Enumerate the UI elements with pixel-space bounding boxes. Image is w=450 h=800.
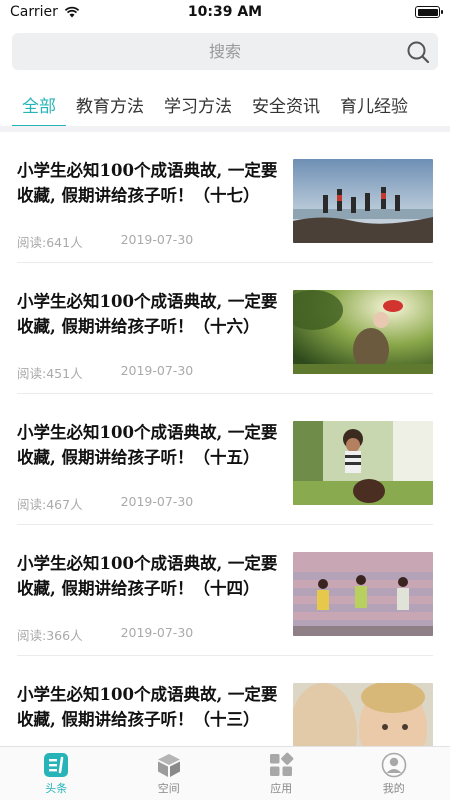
tabbar-label: 空间 [157, 782, 180, 795]
battery-icon [415, 6, 443, 18]
article-text: 小学生必知100个成语典故, 一定要收藏, 假期讲给孩子听！（十七） 阅读:64… [17, 158, 293, 262]
tabbar-label: 我的 [382, 782, 405, 795]
tab-study-methods[interactable]: 学习方法 [154, 84, 242, 126]
bottom-tab-bar: 头条 空间 应用 我的 [0, 746, 450, 800]
publish-date: 2019-07-30 [120, 232, 194, 247]
article-item[interactable]: 小学生必知100个成语典故, 一定要收藏, 假期讲给孩子听！（十三） [17, 656, 433, 746]
tabbar-item-headlines[interactable]: 头条 [0, 747, 113, 800]
publish-date: 2019-07-30 [120, 363, 194, 378]
status-left: Carrier [10, 4, 80, 20]
article-text: 小学生必知100个成语典故, 一定要收藏, 假期讲给孩子听！（十三） [17, 682, 293, 746]
search-icon[interactable] [406, 40, 430, 64]
article-text: 小学生必知100个成语典故, 一定要收藏, 假期讲给孩子听！（十四） 阅读:36… [17, 551, 293, 655]
tabbar-label: 应用 [270, 782, 293, 795]
article-text: 小学生必知100个成语典故, 一定要收藏, 假期讲给孩子听！（十六） 阅读:45… [17, 289, 293, 393]
article-list: 小学生必知100个成语典故, 一定要收藏, 假期讲给孩子听！（十七） 阅读:64… [0, 132, 450, 746]
profile-icon [381, 752, 407, 778]
article-meta: 阅读:451人 2019-07-30 [17, 363, 193, 382]
tab-parenting-experience[interactable]: 育儿经验 [330, 84, 418, 126]
article-text: 小学生必知100个成语典故, 一定要收藏, 假期讲给孩子听！（十五） 阅读:46… [17, 420, 293, 524]
article-item[interactable]: 小学生必知100个成语典故, 一定要收藏, 假期讲给孩子听！（十五） 阅读:46… [17, 394, 433, 525]
read-count: 阅读:467人 [17, 497, 83, 512]
article-title: 小学生必知100个成语典故, 一定要收藏, 假期讲给孩子听！（十六） [17, 292, 278, 336]
publish-date: 2019-07-30 [120, 494, 194, 509]
article-thumbnail [293, 683, 433, 746]
status-bar: Carrier 10:39 AM [0, 0, 450, 24]
apps-icon [270, 752, 294, 776]
tabbar-label: 头条 [45, 782, 68, 795]
read-count: 阅读:451人 [17, 366, 83, 381]
article-title: 小学生必知100个成语典故, 一定要收藏, 假期讲给孩子听！（十四） [17, 554, 278, 598]
cube-icon [157, 754, 180, 777]
article-thumbnail [293, 421, 433, 505]
article-item[interactable]: 小学生必知100个成语典故, 一定要收藏, 假期讲给孩子听！（十六） 阅读:45… [17, 263, 433, 394]
search-bar[interactable] [12, 33, 438, 70]
tabbar-item-profile[interactable]: 我的 [338, 747, 450, 800]
article-thumbnail [293, 159, 433, 243]
headlines-icon [44, 753, 69, 777]
category-tabs: 全部 教育方法 学习方法 安全资讯 育儿经验 [0, 84, 450, 126]
article-title: 小学生必知100个成语典故, 一定要收藏, 假期讲给孩子听！（十五） [17, 423, 278, 467]
article-title: 小学生必知100个成语典故, 一定要收藏, 假期讲给孩子听！（十七） [17, 161, 278, 205]
publish-date: 2019-07-30 [120, 625, 194, 640]
article-meta: 阅读:467人 2019-07-30 [17, 494, 193, 513]
read-count: 阅读:641人 [17, 235, 83, 250]
article-title: 小学生必知100个成语典故, 一定要收藏, 假期讲给孩子听！（十三） [17, 685, 278, 729]
carrier-label: Carrier [10, 4, 58, 20]
tab-all[interactable]: 全部 [12, 84, 66, 126]
article-thumbnail [293, 552, 433, 636]
battery-fill [417, 8, 438, 16]
wifi-icon [64, 6, 80, 18]
tabbar-item-space[interactable]: 空间 [113, 747, 226, 800]
tabbar-item-apps[interactable]: 应用 [225, 747, 338, 800]
article-meta: 阅读:366人 2019-07-30 [17, 625, 193, 644]
read-count: 阅读:366人 [17, 628, 83, 643]
tab-safety-news[interactable]: 安全资讯 [242, 84, 330, 126]
search-input[interactable] [12, 33, 438, 70]
article-meta: 阅读:641人 2019-07-30 [17, 232, 193, 251]
article-item[interactable]: 小学生必知100个成语典故, 一定要收藏, 假期讲给孩子听！（十四） 阅读:36… [17, 525, 433, 656]
tab-education-methods[interactable]: 教育方法 [66, 84, 154, 126]
article-item[interactable]: 小学生必知100个成语典故, 一定要收藏, 假期讲给孩子听！（十七） 阅读:64… [17, 132, 433, 263]
article-thumbnail [293, 290, 433, 374]
